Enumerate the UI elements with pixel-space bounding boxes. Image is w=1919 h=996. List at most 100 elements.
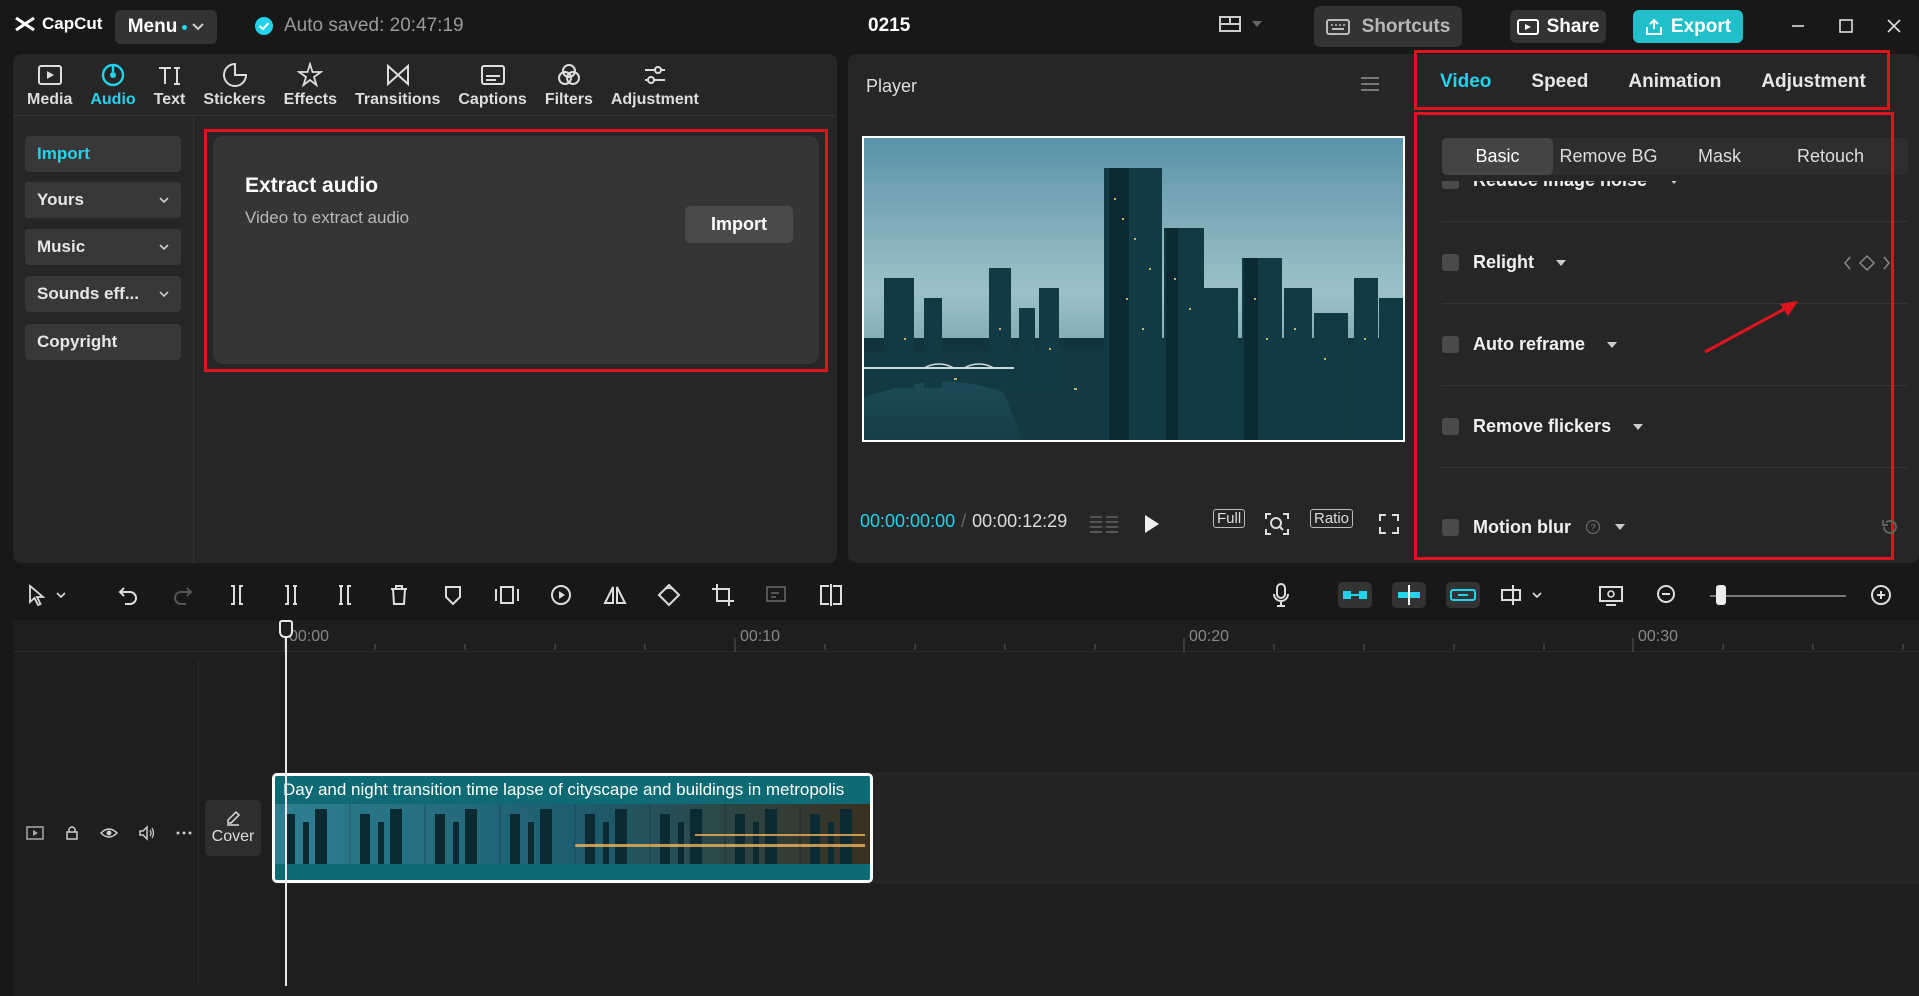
lock-icon[interactable] (64, 825, 80, 841)
sidebar-item-import[interactable]: Import (25, 136, 181, 172)
motion-blur-label: Motion blur (1473, 516, 1571, 537)
video-clip[interactable]: Day and night transition time lapse of c… (272, 773, 873, 883)
full-quality-button[interactable]: Full (1213, 509, 1246, 528)
tab-stickers-label: Stickers (203, 91, 266, 108)
tab-adjustment-label: Adjustment (610, 91, 699, 108)
fullscreen-button[interactable] (1378, 513, 1400, 535)
split-left-button[interactable] (278, 582, 304, 608)
zoom-out-button[interactable] (1654, 582, 1680, 608)
caret-down-icon[interactable] (1614, 524, 1625, 530)
tab-stickers[interactable]: Stickers (203, 54, 266, 115)
shortcuts-button[interactable]: Shortcuts (1314, 6, 1462, 47)
mirror-button[interactable] (602, 582, 628, 608)
autosave-status: Auto saved: 20:47:19 (254, 15, 464, 37)
resize-icon (820, 584, 842, 606)
tick-label: 00:00 (289, 628, 330, 645)
sidebar-item-copyright[interactable]: Copyright (25, 324, 181, 360)
tab-effects[interactable]: Effects (284, 54, 337, 115)
transitions-icon (386, 63, 409, 87)
microphone-icon (1273, 583, 1289, 607)
adjustment-icon (644, 66, 665, 84)
crop-button[interactable] (710, 582, 736, 608)
tick-label: 00:10 (740, 628, 781, 645)
layout-icon (1219, 16, 1241, 32)
playhead[interactable] (285, 620, 287, 986)
check-circle-icon (255, 17, 273, 35)
redo-button[interactable] (170, 582, 196, 608)
tab-audio[interactable]: Audio (90, 54, 136, 115)
more-icon[interactable] (176, 830, 192, 836)
split-right-button[interactable] (332, 582, 358, 608)
tab-filters-label: Filters (544, 91, 593, 108)
split-button[interactable] (224, 582, 250, 608)
auto-caption-button[interactable] (764, 582, 790, 608)
zoom-in-button[interactable] (1868, 582, 1894, 608)
tab-adjustment[interactable]: Adjustment (611, 54, 699, 115)
ratio-button[interactable]: Ratio (1310, 509, 1354, 528)
sidebar-item-sounds-effects[interactable]: Sounds eff... (25, 276, 181, 312)
sidebar-item-label: Music (37, 237, 86, 256)
record-audio-button[interactable] (1268, 582, 1294, 608)
select-tool-button[interactable] (26, 582, 80, 608)
media-panel: Media Audio Text Stickers Effects Transi… (13, 54, 837, 563)
sidebar-item-music[interactable]: Music (25, 229, 181, 265)
play-button[interactable] (1143, 514, 1161, 534)
zoom-slider-handle[interactable] (1716, 585, 1726, 605)
delete-button[interactable] (386, 582, 412, 608)
player-menu-button[interactable] (1360, 76, 1380, 92)
main-track-magnet-button[interactable] (1338, 582, 1372, 608)
reverse-button[interactable] (548, 582, 574, 608)
minimize-button[interactable] (1786, 14, 1810, 38)
sidebar-item-yours[interactable]: Yours (25, 182, 181, 218)
mark-button[interactable] (440, 582, 466, 608)
cover-button[interactable]: Cover (205, 800, 261, 856)
sidebar-item-label: Yours (37, 190, 84, 209)
layout-button[interactable] (1218, 14, 1262, 34)
share-label: Share (1546, 15, 1600, 37)
waveform-toggle[interactable] (1088, 513, 1120, 535)
tab-media[interactable]: Media (27, 54, 72, 115)
time-ruler[interactable]: 00:00 00:10 00:20 00:30 (13, 620, 1919, 652)
playhead-handle[interactable] (279, 620, 293, 638)
motion-blur-checkbox[interactable] (1442, 518, 1459, 536)
export-label: Export (1670, 15, 1732, 37)
tab-transitions[interactable]: Transitions (355, 54, 440, 115)
share-button[interactable]: Share (1510, 10, 1606, 43)
zoom-slider-track[interactable] (1710, 595, 1846, 597)
linkage-button[interactable] (1446, 582, 1480, 608)
grid-lines-icon (1090, 516, 1118, 533)
pencil-icon (227, 810, 241, 826)
captions-icon (480, 65, 505, 85)
preview-axis-button[interactable] (1500, 582, 1548, 608)
freeze-button[interactable] (494, 582, 520, 608)
play-icon (1145, 515, 1159, 533)
monitor-settings-icon (1599, 586, 1623, 606)
tab-filters[interactable]: Filters (545, 54, 593, 115)
zoom-fit-button[interactable] (1264, 512, 1290, 536)
speaker-icon[interactable] (138, 825, 156, 841)
rotate-button[interactable] (656, 582, 682, 608)
export-button[interactable]: Export (1633, 10, 1743, 43)
maximize-icon (1839, 19, 1853, 33)
tab-captions[interactable]: Captions (458, 54, 527, 115)
trash-icon (391, 585, 407, 605)
zoom-in-icon (1871, 585, 1891, 605)
maximize-button[interactable] (1834, 14, 1858, 38)
app-logo: CapCut (14, 14, 102, 34)
app-name: CapCut (42, 14, 103, 33)
red-arrow-annotation (1704, 301, 1798, 354)
video-preview[interactable] (862, 136, 1405, 442)
menu-button[interactable]: Menu (115, 10, 217, 44)
tab-text[interactable]: Text (154, 54, 185, 115)
undo-button[interactable] (115, 582, 141, 608)
shortcuts-label: Shortcuts (1361, 15, 1451, 37)
snap-button[interactable] (1392, 582, 1426, 608)
caption-edit-icon (766, 586, 786, 602)
eye-icon[interactable] (100, 826, 118, 840)
sidebar-divider (193, 116, 194, 563)
timeline-settings-button[interactable] (1598, 582, 1624, 608)
chevron-down-icon (1532, 592, 1542, 598)
media-tab-bar: Media Audio Text Stickers Effects Transi… (13, 54, 837, 116)
close-button[interactable] (1882, 14, 1906, 38)
resize-button[interactable] (818, 582, 844, 608)
